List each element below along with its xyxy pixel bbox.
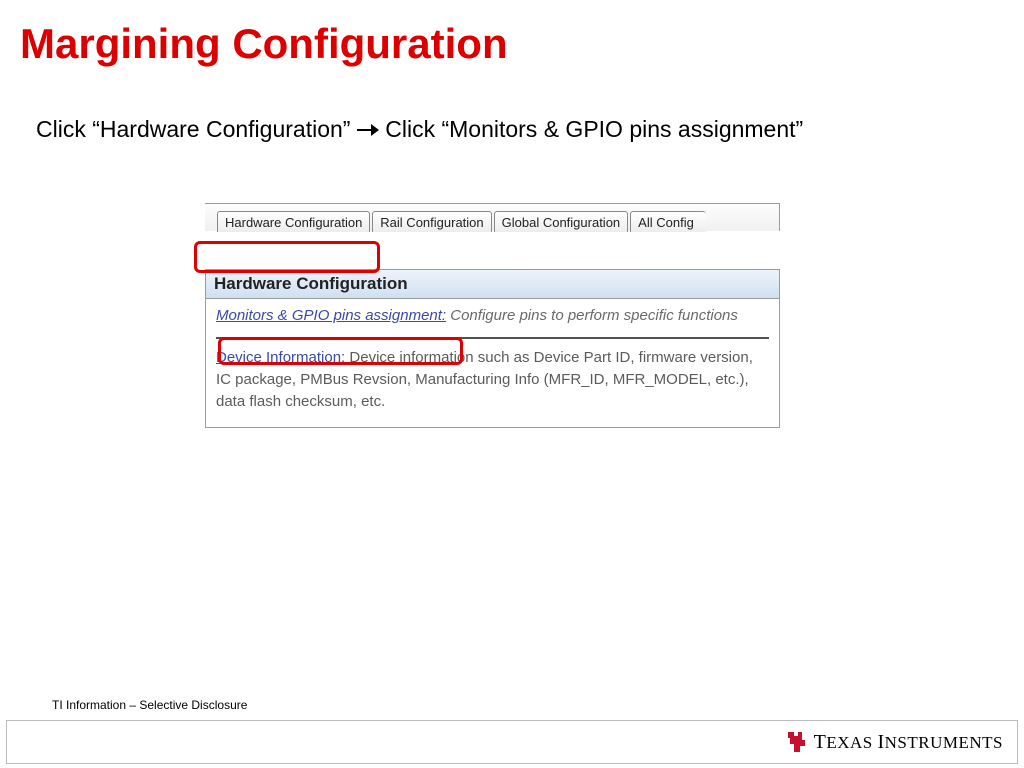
slide-title: Margining Configuration: [20, 20, 1004, 68]
footer-bar: TEXAS INSTRUMENTS: [6, 720, 1018, 764]
instruction-text: Click “Hardware Configuration” Click “Mo…: [36, 116, 1004, 143]
ti-mark-icon: [786, 730, 808, 754]
highlight-box-tab: [194, 241, 380, 273]
instruction-part1: Click “Hardware Configuration”: [36, 116, 357, 142]
tab-all-config[interactable]: All Config: [630, 211, 706, 232]
arrow-right-icon: [357, 116, 379, 143]
embedded-screenshot: Hardware Configuration Rail Configuratio…: [205, 203, 780, 428]
instruction-part2: Click “Monitors & GPIO pins assignment”: [385, 116, 803, 142]
tab-rail-configuration[interactable]: Rail Configuration: [372, 211, 491, 232]
monitors-gpio-link[interactable]: Monitors & GPIO pins assignment:: [216, 307, 446, 324]
monitors-gpio-desc: Configure pins to perform specific funct…: [446, 307, 738, 324]
slide-footer: TI Information – Selective Disclosure TE…: [6, 698, 1018, 764]
confidentiality-label: TI Information – Selective Disclosure: [52, 698, 1018, 712]
tab-bar: Hardware Configuration Rail Configuratio…: [205, 203, 780, 231]
tab-hardware-configuration[interactable]: Hardware Configuration: [217, 211, 370, 232]
tab-global-configuration[interactable]: Global Configuration: [494, 211, 629, 232]
texas-instruments-logo: TEXAS INSTRUMENTS: [786, 730, 1003, 754]
ti-wordmark: TEXAS INSTRUMENTS: [814, 731, 1003, 754]
panel-title: Hardware Configuration: [206, 270, 779, 299]
highlight-box-link: [218, 337, 463, 365]
